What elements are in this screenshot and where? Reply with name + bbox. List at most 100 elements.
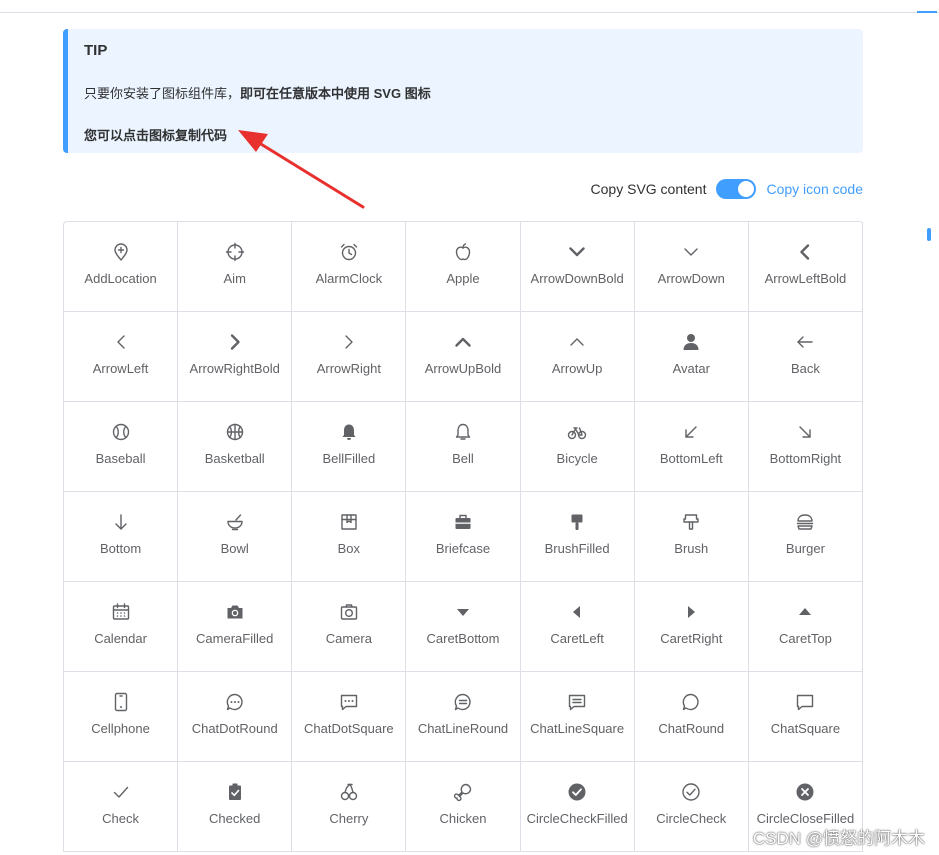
icon-cell-caretbottom[interactable]: CaretBottom bbox=[406, 582, 521, 672]
icon-cell-chatlineround[interactable]: ChatLineRound bbox=[406, 672, 521, 762]
arrow-up-icon bbox=[570, 338, 584, 346]
icon-label: Chicken bbox=[439, 811, 487, 826]
icon-cell-bell[interactable]: Bell bbox=[406, 402, 521, 492]
icon-cell-addlocation[interactable]: AddLocation bbox=[64, 222, 179, 312]
icon-label: Bell bbox=[452, 451, 474, 466]
icon-label: BrushFilled bbox=[544, 541, 610, 556]
icon-cell-bottom[interactable]: Bottom bbox=[64, 492, 179, 582]
chicken-icon bbox=[453, 783, 472, 802]
icon-label: Box bbox=[337, 541, 361, 556]
icon-label: Avatar bbox=[672, 361, 710, 376]
icon-cell-calendar[interactable]: Calendar bbox=[64, 582, 179, 672]
arrow-up-bold-icon bbox=[455, 337, 471, 347]
chat-dot-square-icon bbox=[340, 694, 358, 711]
icon-cell-camerafilled[interactable]: CameraFilled bbox=[178, 582, 293, 672]
icon-cell-arrowdownbold[interactable]: ArrowDownBold bbox=[520, 222, 635, 312]
copy-icon-code-label[interactable]: Copy icon code bbox=[766, 181, 863, 197]
chat-dot-round-icon bbox=[226, 693, 243, 711]
icon-cell-brush[interactable]: Brush bbox=[634, 492, 749, 582]
icon-cell-chatdotround[interactable]: ChatDotRound bbox=[178, 672, 293, 762]
icon-cell-carettop[interactable]: CaretTop bbox=[748, 582, 863, 672]
burger-icon bbox=[797, 514, 814, 530]
icon-grid: AddLocation Aim AlarmClock Apple ArrowDo… bbox=[63, 221, 863, 852]
icon-cell-arrowupbold[interactable]: ArrowUpBold bbox=[406, 312, 521, 402]
tip-line-1-bold: 即可在任意版本中使用 SVG 图标 bbox=[240, 86, 431, 101]
icon-cell-bottomleft[interactable]: BottomLeft bbox=[634, 402, 749, 492]
red-arrow-annotation bbox=[238, 130, 365, 209]
icon-cell-circlecheck[interactable]: CircleCheck bbox=[634, 762, 749, 852]
chat-square-icon bbox=[797, 694, 814, 711]
icon-cell-caretright[interactable]: CaretRight bbox=[634, 582, 749, 672]
icon-cell-arrowleft[interactable]: ArrowLeft bbox=[64, 312, 179, 402]
icon-label: Cellphone bbox=[91, 721, 150, 736]
icon-cell-briefcase[interactable]: Briefcase bbox=[406, 492, 521, 582]
icon-cell-caretleft[interactable]: CaretLeft bbox=[520, 582, 635, 672]
icon-cell-chatround[interactable]: ChatRound bbox=[634, 672, 749, 762]
icon-cell-back[interactable]: Back bbox=[748, 312, 863, 402]
icon-label: Briefcase bbox=[435, 541, 491, 556]
icon-label: Calendar bbox=[94, 631, 147, 646]
icon-label: Bowl bbox=[220, 541, 249, 556]
icon-cell-check[interactable]: Check bbox=[64, 762, 179, 852]
bell-icon bbox=[455, 423, 471, 440]
icon-cell-checked[interactable]: Checked bbox=[178, 762, 293, 852]
icon-cell-aim[interactable]: Aim bbox=[178, 222, 293, 312]
camera-icon bbox=[340, 604, 358, 620]
apple-icon bbox=[455, 243, 471, 261]
icon-label: ArrowDownBold bbox=[530, 271, 624, 286]
icon-cell-cherry[interactable]: Cherry bbox=[292, 762, 407, 852]
icon-label: ChatLineRound bbox=[417, 721, 509, 736]
icon-cell-arrowdown[interactable]: ArrowDown bbox=[634, 222, 749, 312]
icon-label: ArrowRightBold bbox=[189, 361, 280, 376]
arrow-right-icon bbox=[345, 335, 353, 349]
tip-line-1: 只要你安装了图标组件库，即可在任意版本中使用 SVG 图标 bbox=[84, 84, 863, 104]
bottom-icon bbox=[114, 514, 127, 530]
icon-cell-bicycle[interactable]: Bicycle bbox=[520, 402, 635, 492]
add-location-icon bbox=[113, 243, 128, 261]
icon-cell-chatlinesquare[interactable]: ChatLineSquare bbox=[520, 672, 635, 762]
arrow-down-bold-icon bbox=[569, 247, 585, 257]
tip-box: TIP 只要你安装了图标组件库，即可在任意版本中使用 SVG 图标 您可以点击图… bbox=[63, 29, 863, 153]
icon-cell-alarmclock[interactable]: AlarmClock bbox=[292, 222, 407, 312]
icon-label: CaretLeft bbox=[550, 631, 604, 646]
icon-cell-box[interactable]: Box bbox=[292, 492, 407, 582]
icon-cell-arrowrightbold[interactable]: ArrowRightBold bbox=[178, 312, 293, 402]
icon-label: ArrowUp bbox=[551, 361, 603, 376]
icon-cell-brushfilled[interactable]: BrushFilled bbox=[520, 492, 635, 582]
icon-cell-avatar[interactable]: Avatar bbox=[634, 312, 749, 402]
copy-svg-content-label[interactable]: Copy SVG content bbox=[591, 181, 707, 197]
icon-label: ChatRound bbox=[658, 721, 725, 736]
icon-cell-bowl[interactable]: Bowl bbox=[178, 492, 293, 582]
icon-cell-baseball[interactable]: Baseball bbox=[64, 402, 179, 492]
icon-cell-basketball[interactable]: Basketball bbox=[178, 402, 293, 492]
icon-label: Check bbox=[102, 811, 139, 826]
baseball-icon bbox=[112, 423, 129, 441]
icon-label: CameraFilled bbox=[196, 631, 274, 646]
icon-label: ArrowDown bbox=[657, 271, 725, 286]
icon-cell-burger[interactable]: Burger bbox=[748, 492, 863, 582]
icon-cell-camera[interactable]: Camera bbox=[292, 582, 407, 672]
icon-cell-bellfilled[interactable]: BellFilled bbox=[292, 402, 407, 492]
copy-mode-row: Copy SVG content Copy icon code bbox=[591, 178, 863, 200]
icon-cell-cellphone[interactable]: Cellphone bbox=[64, 672, 179, 762]
icon-cell-bottomright[interactable]: BottomRight bbox=[748, 402, 863, 492]
circle-check-filled-icon bbox=[568, 783, 586, 801]
brush-icon bbox=[683, 514, 699, 530]
scrollbar-thumb[interactable] bbox=[927, 228, 931, 241]
icon-cell-arrowup[interactable]: ArrowUp bbox=[520, 312, 635, 402]
icon-cell-chatdotsquare[interactable]: ChatDotSquare bbox=[292, 672, 407, 762]
caret-left-icon bbox=[573, 606, 581, 618]
copy-mode-switch[interactable] bbox=[716, 179, 757, 199]
chat-line-round-icon bbox=[454, 693, 471, 711]
arrow-left-icon bbox=[116, 335, 125, 349]
bell-filled-icon bbox=[342, 424, 356, 440]
top-divider bbox=[0, 12, 939, 13]
icon-label: ArrowRight bbox=[316, 361, 381, 376]
icon-cell-circlecheckfilled[interactable]: CircleCheckFilled bbox=[520, 762, 635, 852]
icon-cell-chicken[interactable]: Chicken bbox=[406, 762, 521, 852]
icon-cell-arrowright[interactable]: ArrowRight bbox=[292, 312, 407, 402]
icon-cell-chatsquare[interactable]: ChatSquare bbox=[748, 672, 863, 762]
icon-cell-arrowleftbold[interactable]: ArrowLeftBold bbox=[748, 222, 863, 312]
icon-label: ChatLineSquare bbox=[530, 721, 625, 736]
icon-cell-apple[interactable]: Apple bbox=[406, 222, 521, 312]
